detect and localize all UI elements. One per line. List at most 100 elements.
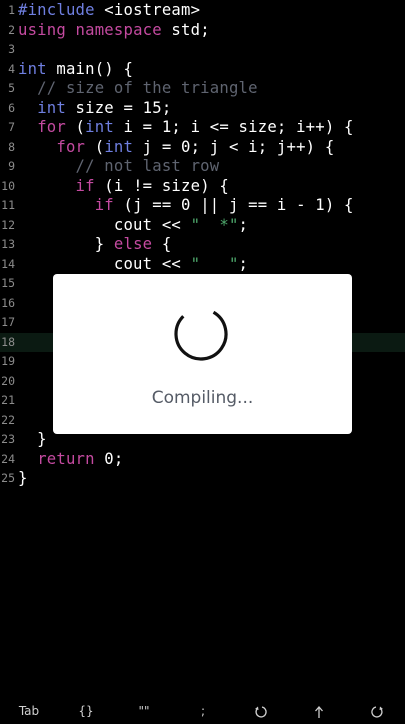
code-text: // not last row (18, 157, 220, 177)
code-token: int (104, 137, 134, 156)
code-line[interactable]: 9 // not last row (0, 157, 405, 177)
semicolon-key[interactable]: ; (196, 702, 210, 720)
line-number: 8 (8, 139, 15, 154)
code-line[interactable]: 7 for (int i = 1; i <= size; i++) { (0, 118, 405, 138)
line-number: 18 (1, 334, 15, 349)
code-line[interactable]: 5 // size of the triangle (0, 79, 405, 99)
code-token: ( (65, 118, 86, 136)
code-line[interactable]: 24 return 0; (0, 450, 405, 470)
code-token: main() { (46, 59, 134, 78)
code-token: for (37, 118, 66, 136)
code-token: return (37, 449, 95, 468)
code-text: int main() { (18, 60, 133, 80)
code-token: cout << (18, 215, 191, 234)
code-token: if (94, 196, 114, 214)
code-token: <iostream> (94, 1, 201, 19)
code-token: // size of the triangle (18, 79, 258, 97)
code-line[interactable]: 12 cout << " *"; (0, 216, 405, 236)
code-token: // not last row (18, 157, 220, 175)
code-token: j = 0; j < i; j++) { (133, 137, 335, 156)
code-token: if (75, 176, 95, 195)
code-token: { (152, 235, 172, 253)
line-number: 20 (1, 373, 15, 388)
line-number: 7 (8, 120, 15, 134)
loading-spinner-icon (174, 310, 228, 361)
code-token: namespace (75, 20, 162, 39)
line-number: 10 (1, 178, 15, 193)
code-token: using (18, 20, 66, 39)
code-text: int size = 15; (18, 99, 171, 119)
line-number: 3 (8, 42, 15, 56)
code-line[interactable]: 11 if (j == 0 || j == i - 1) { (0, 196, 405, 216)
code-token: std; (161, 20, 210, 39)
code-line[interactable]: 13 } else { (0, 235, 405, 255)
code-text: for (int j = 0; j < i; j++) { (18, 138, 334, 158)
code-line[interactable]: 8 for (int j = 0; j < i; j++) { (0, 138, 405, 158)
code-text: } (18, 469, 28, 489)
code-line[interactable]: 2 using namespace std; (0, 21, 405, 41)
code-line[interactable]: 3 (0, 40, 405, 60)
code-token: ; (238, 254, 249, 273)
code-line[interactable]: 6 int size = 15; (0, 99, 405, 119)
code-line[interactable]: 10 if (i != size) { (0, 177, 405, 197)
code-token: } (18, 430, 47, 448)
line-number: 14 (1, 256, 15, 271)
line-number: 21 (1, 393, 15, 407)
code-token: int (85, 118, 114, 136)
code-line[interactable]: 25} (0, 469, 405, 489)
extra-keys-toolbar: Tab {} "" ; (0, 700, 405, 720)
code-text: for (int i = 1; i <= size; i++) { (18, 118, 354, 138)
code-text: // size of the triangle (18, 79, 258, 99)
code-text: } else { (18, 235, 172, 255)
redo-icon[interactable] (368, 702, 386, 720)
line-number: 16 (1, 295, 15, 310)
code-token: else (113, 235, 153, 253)
tab-key[interactable]: Tab (14, 702, 44, 720)
line-number: 24 (1, 451, 15, 466)
line-number: 4 (8, 61, 15, 76)
quotes-key[interactable]: "" (132, 702, 156, 720)
code-token: #include (18, 1, 95, 19)
undo-icon[interactable] (252, 702, 270, 720)
code-line[interactable]: 14 cout << " "; (0, 255, 405, 275)
code-token: i = 1; i <= size; i++) { (113, 118, 354, 136)
code-text: } (18, 430, 47, 450)
line-number: 12 (1, 217, 15, 232)
code-line[interactable]: 4 int main() { (0, 60, 405, 80)
code-text: #include <iostream> (18, 1, 200, 21)
code-token: for (56, 137, 86, 156)
braces-key[interactable]: {} (74, 702, 98, 720)
line-number: 13 (1, 237, 15, 251)
code-text: cout << " *"; (18, 216, 248, 236)
code-token: (j == 0 || j == i - 1) { (113, 196, 354, 214)
code-token: ; (238, 215, 249, 234)
line-number: 9 (8, 159, 15, 173)
compiling-dialog: Compiling... (53, 274, 352, 434)
code-text: if (i != size) { (18, 177, 229, 197)
code-token: " *" (190, 215, 239, 234)
line-number: 19 (1, 354, 15, 368)
code-token: ( (85, 137, 105, 156)
code-token: int (18, 59, 47, 78)
line-number: 23 (1, 432, 15, 446)
code-token: } (18, 235, 114, 253)
line-number: 25 (1, 471, 15, 485)
code-token: int (37, 98, 66, 117)
line-number: 17 (1, 315, 15, 329)
line-number: 2 (8, 22, 15, 37)
line-number: 22 (1, 412, 15, 427)
code-token: cout << (18, 254, 191, 273)
code-token: size = 15; (65, 98, 172, 117)
code-line[interactable]: 1 #include <iostream> (0, 1, 405, 21)
arrow-up-icon[interactable] (310, 702, 328, 720)
compiling-message: Compiling... (151, 388, 254, 408)
code-token: } (18, 469, 28, 487)
code-token: (i != size) { (94, 176, 229, 195)
code-token: " " (190, 254, 239, 273)
line-number: 5 (8, 81, 15, 95)
